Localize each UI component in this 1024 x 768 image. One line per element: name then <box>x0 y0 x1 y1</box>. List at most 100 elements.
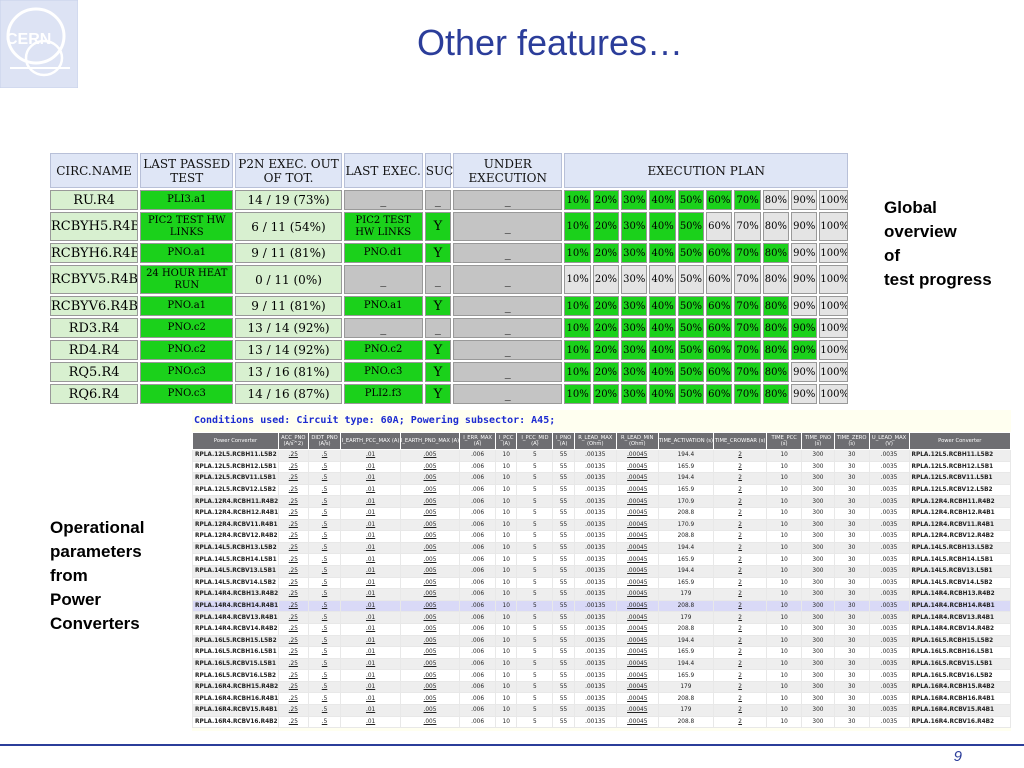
param-value-cell[interactable]: .005 <box>399 460 461 474</box>
plan-step-cell[interactable]: 90% <box>791 384 818 404</box>
param-value-cell[interactable]: 2 <box>713 692 768 706</box>
last-exec-cell[interactable]: PNO.c3 <box>343 362 423 382</box>
param-value-cell[interactable]: .005 <box>399 553 461 566</box>
last-exec-cell[interactable]: PNO.c2 <box>343 340 423 360</box>
param-value-cell[interactable]: .25 <box>277 704 309 717</box>
param-value-cell[interactable]: .00045 <box>615 680 659 694</box>
param-value-cell[interactable]: .5 <box>307 506 342 520</box>
plan-step-cell[interactable]: 90% <box>791 318 818 338</box>
param-value-cell[interactable]: .5 <box>307 449 342 462</box>
plan-step-cell[interactable]: 90% <box>791 362 818 382</box>
param-value-cell[interactable]: 2 <box>713 646 768 659</box>
plan-step-cell[interactable]: 50% <box>677 340 705 360</box>
param-value-cell[interactable]: .5 <box>307 564 342 578</box>
param-value-cell[interactable]: .25 <box>277 680 309 694</box>
plan-step-cell[interactable]: 100% <box>819 340 848 360</box>
param-value-cell[interactable]: .005 <box>399 576 461 590</box>
param-value-cell[interactable]: .5 <box>307 460 342 474</box>
param-value-cell[interactable]: .25 <box>277 506 309 520</box>
converter-name-cell[interactable]: RPLA.16L5.RCBH16.L5B1 <box>908 646 1011 659</box>
circuit-name-cell[interactable]: RQ5.R4 <box>50 362 139 382</box>
plan-step-cell[interactable]: 10% <box>564 362 591 382</box>
param-value-cell[interactable]: .005 <box>399 483 461 497</box>
param-value-cell[interactable]: .5 <box>307 541 342 555</box>
param-value-cell[interactable]: .005 <box>399 506 461 520</box>
param-value-cell[interactable]: 2 <box>713 622 768 636</box>
col-suc[interactable]: SUC <box>424 153 453 188</box>
param-value-cell[interactable]: 2 <box>713 715 768 729</box>
plan-step-cell[interactable]: 60% <box>706 362 733 382</box>
converter-name-cell[interactable]: RPLA.12L5.RCBH12.L5B1 <box>192 460 279 474</box>
converter-name-cell[interactable]: RPLA.16R4.RCBH15.R4B2 <box>192 680 279 694</box>
last-passed-cell[interactable]: PNO.a1 <box>140 296 234 316</box>
converter-name-cell[interactable]: RPLA.14L5.RCBH13.L5B2 <box>192 541 279 555</box>
converter-name-cell[interactable]: RPLA.12L5.RCBH11.L5B2 <box>908 449 1011 462</box>
plan-step-cell[interactable]: 50% <box>677 384 705 404</box>
plan-step-cell[interactable]: 10% <box>564 212 591 241</box>
param-value-cell[interactable]: .01 <box>340 611 401 624</box>
plan-step-cell[interactable]: 90% <box>791 265 818 294</box>
converter-name-cell[interactable]: RPLA.16R4.RCBH15.R4B2 <box>908 680 1011 694</box>
param-value-cell[interactable]: 2 <box>713 518 768 532</box>
param-value-cell[interactable]: .5 <box>307 692 342 706</box>
converter-name-cell[interactable]: RPLA.16L5.RCBH15.L5B2 <box>192 634 279 648</box>
last-passed-cell[interactable]: PIC2 TEST HW LINKS <box>140 212 234 241</box>
param-value-cell[interactable]: .5 <box>307 611 342 624</box>
param-value-cell[interactable]: .5 <box>307 704 342 717</box>
converter-name-cell[interactable]: RPLA.12R4.RCBH12.R4B1 <box>908 506 1011 520</box>
param-value-cell[interactable]: .01 <box>340 541 401 555</box>
param-value-cell[interactable]: 2 <box>713 472 768 485</box>
plan-step-cell[interactable]: 30% <box>621 340 648 360</box>
param-value-cell[interactable]: 2 <box>713 506 768 520</box>
plan-step-cell[interactable]: 10% <box>564 384 591 404</box>
converter-name-cell[interactable]: RPLA.14L5.RCBH13.L5B2 <box>908 541 1011 555</box>
plan-step-cell[interactable]: 70% <box>734 340 761 360</box>
converter-name-cell[interactable]: RPLA.16R4.RCBV16.R4B2 <box>192 715 279 729</box>
plan-step-cell[interactable]: 30% <box>621 362 648 382</box>
param-value-cell[interactable]: .5 <box>307 680 342 694</box>
param-value-cell[interactable]: .005 <box>399 518 461 532</box>
param-value-cell[interactable]: 2 <box>713 669 768 682</box>
param-value-cell[interactable]: .5 <box>307 599 342 613</box>
plan-step-cell[interactable]: 90% <box>791 296 818 316</box>
param-column-header[interactable]: I_ERR_MAX (A) <box>459 432 496 450</box>
param-value-cell[interactable]: .5 <box>307 576 342 590</box>
plan-step-cell[interactable]: 60% <box>706 318 733 338</box>
param-value-cell[interactable]: .00045 <box>615 657 659 671</box>
plan-step-cell[interactable]: 70% <box>734 190 761 210</box>
plan-step-cell[interactable]: 80% <box>762 384 790 404</box>
plan-step-cell[interactable]: 60% <box>706 190 733 210</box>
plan-step-cell[interactable]: 70% <box>734 362 761 382</box>
last-exec-cell[interactable]: PNO.a1 <box>343 296 423 316</box>
converter-name-cell[interactable]: RPLA.16R4.RCBH16.R4B1 <box>908 692 1011 706</box>
last-exec-cell[interactable]: _ <box>343 265 423 294</box>
param-value-cell[interactable]: .5 <box>307 646 342 659</box>
plan-step-cell[interactable]: 30% <box>621 318 648 338</box>
plan-step-cell[interactable]: 40% <box>649 212 676 241</box>
param-value-cell[interactable]: .01 <box>340 588 401 601</box>
col-execution-plan[interactable]: EXECUTION PLAN <box>564 153 848 188</box>
param-value-cell[interactable]: .25 <box>277 622 309 636</box>
plan-step-cell[interactable]: 70% <box>734 243 761 263</box>
plan-step-cell[interactable]: 10% <box>564 340 591 360</box>
converter-name-cell[interactable]: RPLA.16L5.RCBV16.L5B2 <box>908 669 1011 682</box>
param-value-cell[interactable]: .005 <box>399 692 461 706</box>
plan-step-cell[interactable]: 20% <box>592 296 620 316</box>
param-value-cell[interactable]: .01 <box>340 518 401 532</box>
circuit-name-cell[interactable]: RCBYH6.R4B1 <box>50 243 139 263</box>
param-value-cell[interactable]: .5 <box>307 634 342 648</box>
plan-step-cell[interactable]: 30% <box>621 384 648 404</box>
plan-step-cell[interactable]: 40% <box>649 190 676 210</box>
param-value-cell[interactable]: .5 <box>307 472 342 485</box>
param-value-cell[interactable]: 2 <box>713 611 768 624</box>
param-value-cell[interactable]: .25 <box>277 541 309 555</box>
last-passed-cell[interactable]: PNO.c2 <box>140 340 234 360</box>
param-value-cell[interactable]: .00045 <box>615 646 659 659</box>
param-value-cell[interactable]: .01 <box>340 599 401 613</box>
param-value-cell[interactable]: .25 <box>277 634 309 648</box>
circuit-name-cell[interactable]: RU.R4 <box>50 190 139 210</box>
param-column-header[interactable]: I_EARTH_PNO_MAX (A) <box>399 432 461 450</box>
converter-name-cell[interactable]: RPLA.14L5.RCBV13.L5B1 <box>192 564 279 578</box>
plan-step-cell[interactable]: 100% <box>819 296 848 316</box>
plan-step-cell[interactable]: 50% <box>677 190 705 210</box>
